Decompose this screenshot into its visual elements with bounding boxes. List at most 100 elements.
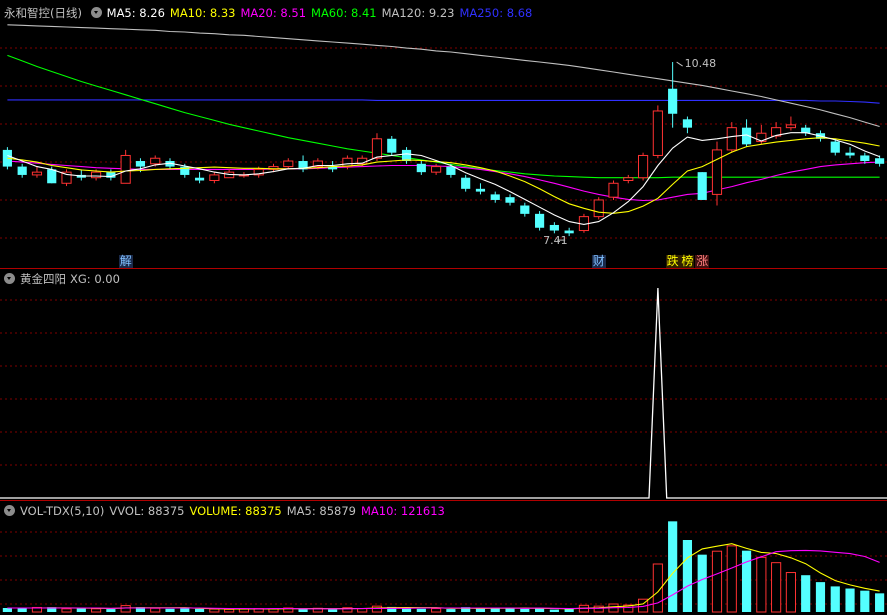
volume-bar — [697, 554, 707, 612]
volume-bar — [505, 608, 515, 612]
ma-legend-item: MA20: 8.51 — [240, 6, 307, 20]
candle-body — [608, 182, 619, 198]
volume-bar — [106, 609, 116, 612]
candle-body — [875, 158, 885, 164]
volume-bar — [549, 609, 559, 612]
ma-legend-item: MA120: 9.23 — [381, 6, 455, 20]
event-marker[interactable]: 跌 — [665, 255, 680, 268]
candle-body — [209, 174, 220, 181]
ma-legend-item: MA10: 8.33 — [169, 6, 236, 20]
candle-body — [120, 154, 131, 184]
event-marker[interactable]: 解 — [118, 255, 133, 268]
candle-body — [431, 166, 442, 173]
volume-legend-item: MA5: 85879 — [286, 504, 356, 518]
candle-body — [194, 177, 205, 181]
price-panel-header: 永和智控(日线) MA5: 8.26 MA10: 8.33 MA20: 8.51 MA… — [4, 5, 542, 21]
volume-bar — [371, 605, 383, 613]
candle-body — [31, 171, 43, 176]
indicator-menu-icon[interactable] — [4, 273, 15, 284]
volume-bar — [668, 521, 678, 612]
candle-body — [535, 213, 545, 228]
volume-bar — [61, 608, 72, 613]
event-marker[interactable]: 涨 — [695, 255, 710, 268]
candle-body — [697, 172, 707, 200]
candle-body — [830, 141, 840, 153]
ma250-line — [7, 99, 880, 104]
volume-legend-item: MA10: 121613 — [360, 504, 445, 518]
candle-body — [91, 171, 102, 179]
volume-bar — [845, 588, 855, 612]
candle-body — [47, 169, 57, 184]
ma10-line — [7, 137, 880, 214]
candle-body — [785, 124, 796, 129]
candle-body — [283, 160, 294, 168]
indicator-panel-header: 黄金四阳 XG: 0.00 — [4, 271, 125, 287]
ma-legend-item: MA5: 8.26 — [106, 6, 165, 20]
volume-bar — [741, 550, 752, 612]
volume-bar — [91, 608, 102, 613]
candle-body — [726, 127, 737, 151]
volume-bar — [830, 586, 840, 612]
volume-legend-item: VVOL: 88375 — [109, 504, 185, 518]
candle-body — [520, 205, 530, 214]
event-marker[interactable]: 榜 — [680, 255, 695, 268]
volume-legend: VVOL: 88375 VOLUME: 88375 MA5: 85879 MA10: … — [109, 504, 449, 518]
stock-title: 永和智控(日线) — [4, 6, 82, 20]
xg-value: XG: 0.00 — [70, 272, 120, 286]
candle-body — [623, 177, 634, 181]
volume-bar — [328, 609, 338, 612]
candle-body — [845, 152, 855, 156]
volume-bar — [165, 608, 175, 612]
volume-bar — [209, 608, 220, 613]
volume-bar — [756, 556, 767, 613]
volume-panel-header: VOL-TDX(5,10) VVOL: 88375 VOLUME: 88375 MA5… — [4, 503, 455, 519]
volume-bar — [76, 608, 86, 612]
volume-bar — [875, 593, 885, 612]
indicator-menu-icon[interactable] — [90, 7, 102, 18]
volume-bar — [593, 605, 604, 613]
volume-legend-item: VOLUME: 88375 — [189, 504, 282, 518]
candle-body — [637, 154, 649, 179]
volume-bar — [726, 545, 737, 613]
volume-bar — [120, 605, 131, 613]
ma20-line — [7, 160, 880, 202]
low-price-label: 7.41 — [543, 234, 568, 247]
volume-bar — [180, 608, 190, 612]
ma-legend-item: MA60: 8.41 — [311, 6, 377, 20]
candle-body — [461, 177, 471, 189]
volume-bar — [711, 550, 723, 613]
candle-body — [446, 166, 456, 175]
volume-bar — [298, 609, 308, 612]
volume-bar — [150, 607, 161, 613]
candle-body — [135, 161, 146, 167]
ma60-line — [7, 54, 880, 179]
candle-body — [505, 197, 515, 203]
event-marker[interactable]: 财 — [591, 255, 606, 268]
volume-bar — [785, 572, 796, 613]
volume-bar — [682, 540, 693, 612]
candle-body — [682, 119, 693, 128]
volume-indicator-name: VOL-TDX(5,10) — [20, 504, 105, 518]
volume-bar — [194, 608, 205, 612]
volume-bar — [520, 608, 530, 612]
volume-bar — [771, 562, 782, 613]
candle-body — [564, 230, 574, 234]
volume-bar — [446, 609, 456, 612]
ma120-line — [7, 24, 880, 128]
candle-body — [652, 110, 663, 156]
ma-legend-item: MA250: 8.68 — [459, 6, 533, 20]
volume-bar — [416, 608, 426, 612]
stock-chart[interactable]: 10.48 7.41 — [0, 0, 887, 615]
volume-bar — [17, 608, 27, 612]
candle-body — [387, 138, 397, 153]
candle-body — [860, 155, 870, 162]
candle-body — [150, 157, 161, 165]
indicator-menu-icon[interactable] — [4, 505, 15, 516]
volume-bar — [431, 608, 442, 613]
candle-body — [17, 166, 27, 175]
candle-body — [490, 194, 500, 200]
candle-body — [416, 163, 426, 173]
high-marker-arrow — [676, 61, 683, 67]
volume-bar — [564, 609, 574, 612]
volume-bar — [2, 608, 12, 612]
